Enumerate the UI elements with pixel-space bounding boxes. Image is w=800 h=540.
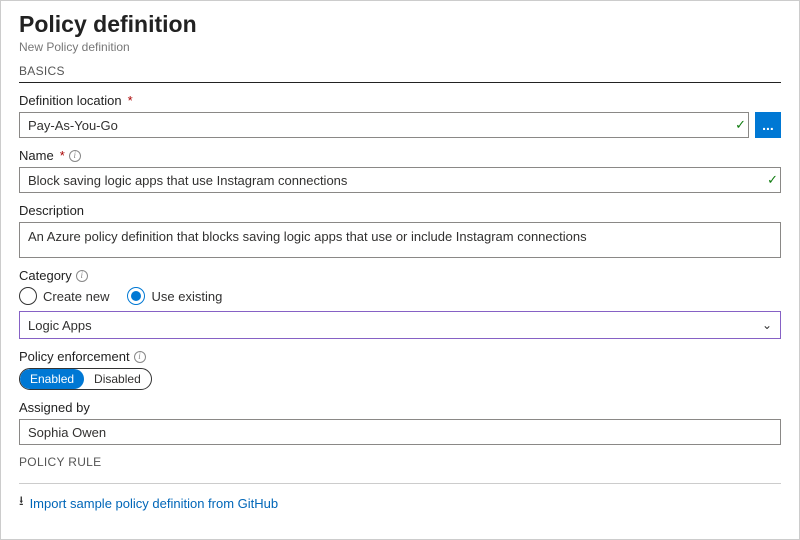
- divider: [19, 483, 781, 484]
- field-assigned-by: Assigned by Sophia Owen: [19, 400, 781, 445]
- label-text: Definition location: [19, 93, 122, 108]
- field-description: Description An Azure policy definition t…: [19, 203, 781, 258]
- radio-icon: [19, 287, 37, 305]
- label-policy-enforcement: Policy enforcement i: [19, 349, 781, 364]
- label-text: Policy enforcement: [19, 349, 130, 364]
- toggle-enabled[interactable]: Enabled: [20, 369, 84, 389]
- import-sample-link[interactable]: Import sample policy definition from Git…: [30, 496, 279, 511]
- check-icon: ✓: [767, 172, 778, 188]
- name-input[interactable]: Block saving logic apps that use Instagr…: [19, 167, 781, 193]
- section-basics: BASICS: [19, 64, 781, 83]
- definition-location-value: Pay-As-You-Go: [28, 118, 118, 133]
- page-subtitle: New Policy definition: [19, 40, 781, 54]
- label-text: Assigned by: [19, 400, 90, 415]
- label-definition-location: Definition location *: [19, 93, 781, 108]
- assigned-by-input[interactable]: Sophia Owen: [19, 419, 781, 445]
- category-value: Logic Apps: [28, 318, 92, 333]
- field-policy-enforcement: Policy enforcement i Enabled Disabled: [19, 349, 781, 390]
- field-name: Name * i Block saving logic apps that us…: [19, 148, 781, 193]
- label-text: Category: [19, 268, 72, 283]
- chevron-down-icon: ⌄: [762, 318, 772, 332]
- toggle-disabled[interactable]: Disabled: [84, 369, 151, 389]
- policy-definition-panel: Policy definition New Policy definition …: [0, 0, 800, 540]
- label-category: Category i: [19, 268, 781, 283]
- definition-location-browse-button[interactable]: ...: [755, 112, 781, 138]
- label-name: Name * i: [19, 148, 781, 163]
- label-text: Name: [19, 148, 54, 163]
- page-title: Policy definition: [19, 11, 781, 38]
- required-asterisk: *: [128, 93, 133, 108]
- info-icon[interactable]: i: [76, 270, 88, 282]
- description-input[interactable]: An Azure policy definition that blocks s…: [19, 222, 781, 258]
- name-value: Block saving logic apps that use Instagr…: [28, 173, 347, 188]
- category-select[interactable]: Logic Apps ⌄: [19, 311, 781, 339]
- section-policy-rule: POLICY RULE: [19, 455, 781, 473]
- field-category: Category i Create new Use existing Logic…: [19, 268, 781, 339]
- radio-create-new[interactable]: Create new: [19, 287, 109, 305]
- check-icon: ✓: [735, 117, 746, 133]
- import-sample-row: ⭳ Import sample policy definition from G…: [19, 492, 781, 514]
- label-text: Description: [19, 203, 84, 218]
- definition-location-input[interactable]: Pay-As-You-Go ✓: [19, 112, 749, 138]
- label-assigned-by: Assigned by: [19, 400, 781, 415]
- download-icon: ⭳: [19, 492, 24, 514]
- radio-label: Use existing: [151, 289, 222, 304]
- required-asterisk: *: [60, 148, 65, 163]
- radio-label: Create new: [43, 289, 109, 304]
- radio-icon: [127, 287, 145, 305]
- description-value: An Azure policy definition that blocks s…: [28, 229, 587, 244]
- info-icon[interactable]: i: [134, 351, 146, 363]
- label-description: Description: [19, 203, 781, 218]
- policy-enforcement-toggle[interactable]: Enabled Disabled: [19, 368, 152, 390]
- assigned-by-value: Sophia Owen: [28, 425, 106, 440]
- field-definition-location: Definition location * Pay-As-You-Go ✓ ..…: [19, 93, 781, 138]
- info-icon[interactable]: i: [69, 150, 81, 162]
- radio-use-existing[interactable]: Use existing: [127, 287, 222, 305]
